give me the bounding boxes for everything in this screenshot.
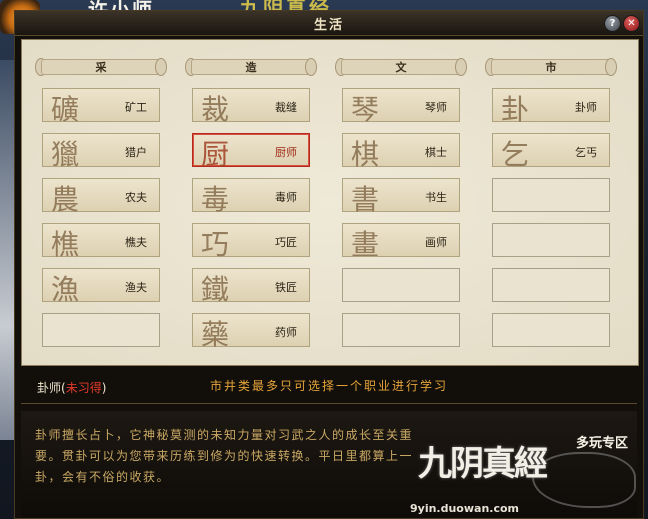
empty-slot — [492, 268, 610, 302]
profession-name-label: 巧匠 — [275, 236, 297, 249]
logo-swirl-icon — [532, 452, 636, 508]
empty-slot — [492, 178, 610, 212]
profession-glyph-icon: 藥 — [201, 318, 230, 351]
profession-glyph-icon: 農 — [51, 183, 80, 216]
logo-title: 九阴真經 — [418, 444, 548, 484]
profession-name-label: 樵夫 — [125, 236, 147, 249]
profession-slot[interactable]: 裁 裁缝 — [192, 88, 310, 126]
close-button[interactable]: ✕ — [623, 15, 640, 32]
empty-slot — [492, 223, 610, 257]
column-header-label: 市 — [545, 61, 557, 74]
profession-glyph-icon: 獵 — [51, 138, 80, 171]
profession-glyph-icon: 巧 — [201, 228, 230, 261]
profession-slot[interactable]: 礦 矿工 — [42, 88, 160, 126]
profession-slot[interactable]: 巧 巧匠 — [192, 223, 310, 261]
profession-description: 卦师擅长占卜，它神秘莫测的未知力量对习武之人的成长至关重要。贯卦可以为您带来历练… — [35, 428, 414, 484]
profession-name-label: 乞丐 — [575, 146, 597, 159]
profession-name-label: 裁缝 — [275, 101, 297, 114]
profession-name-label: 铁匠 — [275, 281, 297, 294]
profession-name-label: 农夫 — [125, 191, 147, 204]
window-title: 生活 — [313, 18, 344, 33]
profession-glyph-icon: 礦 — [51, 93, 80, 126]
profession-slot[interactable]: 樵 樵夫 — [42, 223, 160, 261]
profession-glyph-icon: 厨 — [201, 138, 230, 171]
logo-url: 9yin.duowan.com — [410, 502, 520, 515]
profession-glyph-icon: 書 — [351, 183, 380, 216]
profession-slot[interactable]: 鐵 铁匠 — [192, 268, 310, 306]
profession-name-label: 毒师 — [275, 191, 297, 204]
profession-slot[interactable]: 棋 棋士 — [342, 133, 460, 171]
column-header-3: 市 — [485, 55, 617, 77]
profession-name-label: 画师 — [425, 236, 447, 249]
help-button[interactable]: ? — [604, 15, 621, 32]
empty-slot — [42, 313, 160, 347]
profession-name-label: 渔夫 — [125, 281, 147, 294]
window-titlebar[interactable]: 生活 ? ✕ — [15, 11, 643, 36]
profession-glyph-icon: 毒 — [201, 183, 230, 216]
profession-glyph-icon: 裁 — [201, 93, 230, 126]
profession-name-label: 琴师 — [425, 101, 447, 114]
profession-name-label: 矿工 — [125, 101, 147, 114]
profession-name-label: 猎户 — [125, 146, 147, 159]
empty-slot — [492, 313, 610, 347]
profession-grid: 采礦 矿工獵 猎户農 农夫樵 樵夫漁 渔夫 造裁 裁缝厨 厨师毒 毒师巧 巧匠鐵 铁匠藥 药师 文琴 琴师棋… — [21, 39, 639, 366]
profession-name-label: 棋士 — [425, 146, 447, 159]
profession-glyph-icon: 畫 — [351, 228, 380, 261]
profession-name-label: 书生 — [425, 191, 447, 204]
empty-slot — [342, 313, 460, 347]
profession-slot[interactable]: 卦 卦师 — [492, 88, 610, 126]
profession-slot[interactable]: 毒 毒师 — [192, 178, 310, 216]
profession-glyph-icon: 琴 — [351, 93, 380, 126]
logo-zone-label: 多玩专区 — [576, 436, 629, 451]
profession-glyph-icon: 棋 — [351, 138, 380, 171]
background-character — [0, 60, 14, 440]
profession-glyph-icon: 漁 — [51, 273, 80, 306]
profession-glyph-icon: 乞 — [501, 138, 530, 171]
profession-slot[interactable]: 琴 琴师 — [342, 88, 460, 126]
column-header-label: 文 — [395, 61, 407, 74]
column-header-0: 采 — [35, 55, 167, 77]
profession-name-label: 厨师 — [275, 146, 297, 159]
selection-notice: 市井类最多只可选择一个职业进行学习 — [209, 379, 448, 393]
profession-slot[interactable]: 乞 乞丐 — [492, 133, 610, 171]
profession-slot[interactable]: 畫 画师 — [342, 223, 460, 261]
profession-glyph-icon: 樵 — [51, 228, 80, 261]
profession-slot[interactable]: 獵 猎户 — [42, 133, 160, 171]
profession-name-label: 药师 — [275, 326, 297, 339]
column-header-label: 采 — [95, 61, 107, 74]
empty-slot — [342, 268, 460, 302]
profession-slot[interactable]: 厨 厨师 — [192, 133, 310, 171]
column-header-2: 文 — [335, 55, 467, 77]
divider — [21, 403, 637, 404]
profession-slot[interactable]: 漁 渔夫 — [42, 268, 160, 306]
profession-glyph-icon: 卦 — [501, 93, 530, 126]
profession-slot[interactable]: 書 书生 — [342, 178, 460, 216]
column-header-1: 造 — [185, 55, 317, 77]
profession-slot[interactable]: 農 农夫 — [42, 178, 160, 216]
site-logo: 九阴真經 多玩专区 9yin.duowan.com — [410, 428, 640, 518]
column-header-label: 造 — [245, 61, 257, 74]
profession-slot[interactable]: 藥 药师 — [192, 313, 310, 351]
profession-name-label: 卦师 — [575, 101, 597, 114]
profession-glyph-icon: 鐵 — [201, 273, 230, 306]
